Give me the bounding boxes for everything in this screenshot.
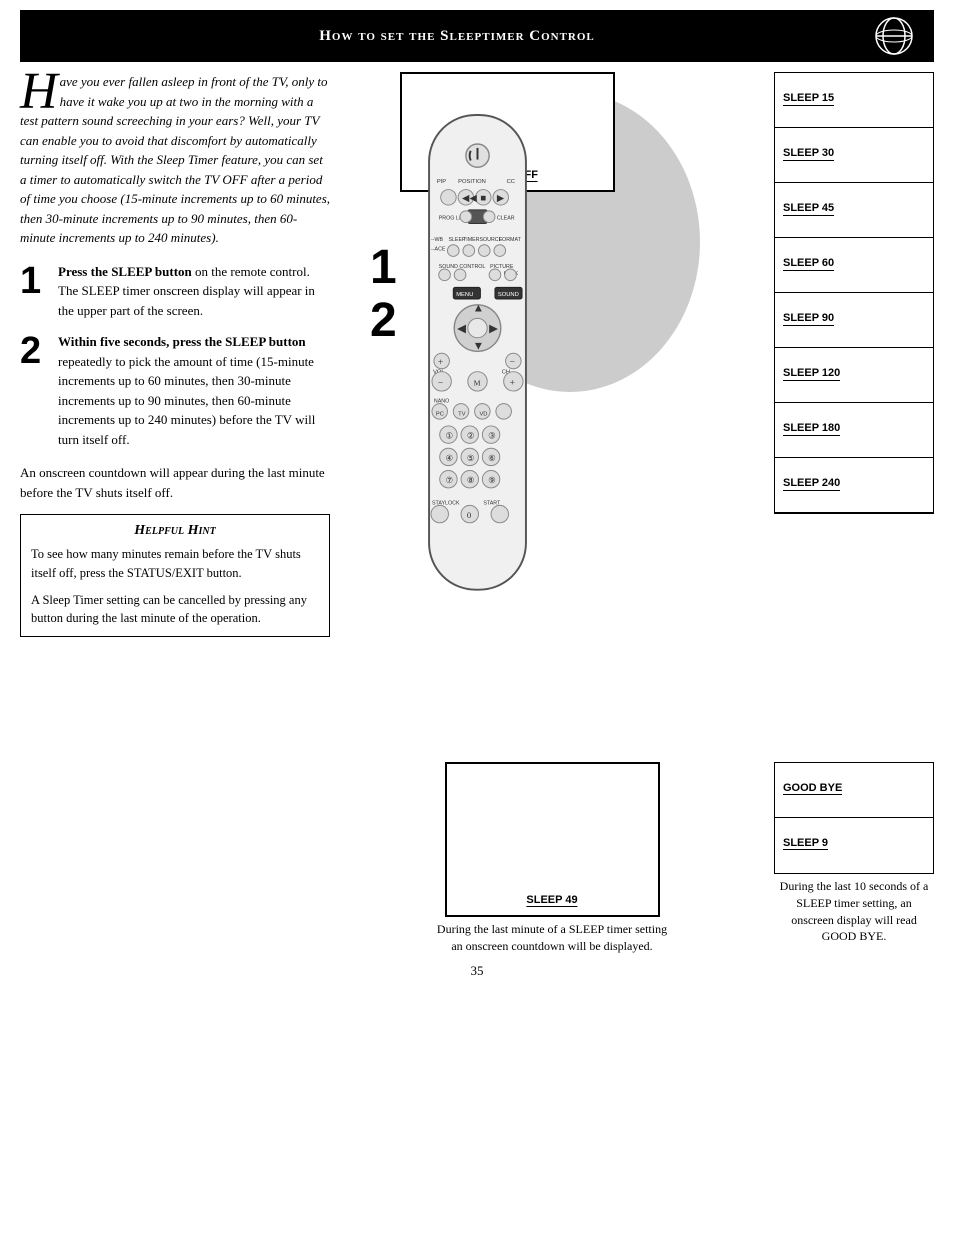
page-header: How to set the Sleeptimer Control [20, 10, 934, 62]
sleep-label-240: SLEEP 240 [783, 477, 840, 491]
sleep-9-item: SLEEP 9 [775, 818, 933, 873]
remote-svg: PIP POSITION CC ◀◀ ■ ▶ PROG LIST CLEAR [400, 102, 555, 622]
sleep-goodbye-item: GOOD BYE [775, 763, 933, 818]
step-1: 1 Press the SLEEP button on the remote c… [20, 262, 330, 321]
hint-title: Helpful Hint [31, 523, 319, 539]
sleep-label-180: SLEEP 180 [783, 422, 840, 436]
bottom-center-screen: SLEEP 49 [445, 762, 660, 917]
sleep-9-label: SLEEP 9 [783, 837, 828, 850]
svg-text:③: ③ [488, 431, 496, 441]
svg-text:M: M [474, 378, 481, 387]
svg-text:FORMAT: FORMAT [499, 237, 522, 243]
svg-text:POSITION: POSITION [458, 179, 486, 185]
step-note: An onscreen countdown will appear during… [20, 463, 330, 502]
svg-text:⑦: ⑦ [446, 475, 454, 485]
svg-text:▼: ▼ [473, 339, 485, 352]
sleep-item-90: SLEEP 90 [775, 293, 933, 348]
step-2: 2 Within five seconds, press the SLEEP b… [20, 332, 330, 449]
step-1-text: Press the SLEEP button on the remote con… [58, 262, 330, 321]
step-2-text: Within five seconds, press the SLEEP but… [58, 332, 330, 449]
header-title: How to set the Sleeptimer Control [40, 28, 874, 45]
svg-text:CC: CC [507, 179, 515, 185]
intro-text: Have you ever fallen asleep in front of … [20, 72, 330, 248]
svg-text:0: 0 [467, 510, 472, 520]
hint-text1: To see how many minutes remain before th… [31, 545, 319, 583]
svg-text:▲: ▲ [473, 302, 485, 315]
bottom-right-sleep-box: GOOD BYE SLEEP 9 [774, 762, 934, 874]
drop-cap: H [20, 72, 58, 111]
sleep-label-45: SLEEP 45 [783, 202, 834, 216]
bottom-left-spacer [20, 762, 330, 955]
svg-text:◀◀: ◀◀ [462, 193, 477, 204]
step-2-bold: Within five seconds, press the SLEEP but… [58, 334, 306, 349]
step-2-number: 2 [20, 332, 48, 370]
svg-text:④: ④ [446, 453, 454, 463]
goodbye-label: GOOD BYE [783, 782, 842, 795]
svg-text:TV: TV [458, 411, 466, 417]
svg-text:⑧: ⑧ [467, 475, 475, 485]
sleep-item-60: SLEEP 60 [775, 238, 933, 293]
svg-text:--ACE: --ACE [431, 247, 446, 253]
remote-control: PIP POSITION CC ◀◀ ■ ▶ PROG LIST CLEAR [400, 102, 560, 602]
svg-text:MENU: MENU [456, 292, 473, 298]
svg-text:−: − [438, 377, 443, 388]
bottom-center-screen-label: SLEEP 49 [526, 894, 577, 907]
step-2-rest: repeatedly to pick the amount of time (1… [58, 354, 315, 447]
bottom-left-caption: During the last minute of a SLEEP timer … [432, 921, 672, 955]
right-panel: SLEEP 15 SLEEP 30 SLEEP 45 SLEEP 60 SLEE… [774, 72, 934, 514]
sleep-label-30: SLEEP 30 [783, 147, 834, 161]
bottom-area: SLEEP 49 During the last minute of a SLE… [20, 762, 934, 955]
sleep-item-180: SLEEP 180 [775, 403, 933, 458]
svg-text:①: ① [446, 431, 454, 441]
bottom-right-wrap: GOOD BYE SLEEP 9 During the last 10 seco… [774, 762, 934, 955]
step-1-bold: Press the SLEEP button [58, 264, 192, 279]
svg-text:+: + [438, 357, 443, 368]
svg-text:⑨: ⑨ [488, 475, 496, 485]
steps-area: 1 Press the SLEEP button on the remote c… [20, 262, 330, 450]
svg-text:②: ② [467, 431, 475, 441]
svg-text:TIMER: TIMER [463, 237, 480, 243]
main-content: Have you ever fallen asleep in front of … [20, 62, 934, 742]
svg-text:+: + [509, 377, 514, 388]
sleep-label-90: SLEEP 90 [783, 312, 834, 326]
svg-text:SOUND: SOUND [498, 292, 519, 298]
svg-text:--WB: --WB [431, 237, 444, 243]
left-column: Have you ever fallen asleep in front of … [20, 72, 330, 742]
svg-text:−: − [509, 357, 514, 368]
sleep-item-240: SLEEP 240 [775, 458, 933, 513]
hint-text2: A Sleep Timer setting can be cancelled b… [31, 591, 319, 629]
svg-text:⑥: ⑥ [488, 453, 496, 463]
sleep-item-30: SLEEP 30 [775, 128, 933, 183]
sleep-label-120: SLEEP 120 [783, 367, 840, 381]
step-overlay-1: 1 [370, 242, 397, 295]
step-overlay-2: 2 [370, 295, 397, 348]
sleep-item-15: SLEEP 15 [775, 73, 933, 128]
sleep-label-60: SLEEP 60 [783, 257, 834, 271]
svg-text:PIP: PIP [437, 179, 446, 185]
svg-text:STAYLOCK: STAYLOCK [432, 500, 460, 506]
hint-box: Helpful Hint To see how many minutes rem… [20, 514, 330, 637]
bottom-right-caption: During the last 10 seconds of a SLEEP ti… [774, 878, 934, 945]
bottom-center-wrap: SLEEP 49 During the last minute of a SLE… [340, 762, 764, 955]
sleep-item-45: SLEEP 45 [775, 183, 933, 238]
svg-text:PC: PC [436, 411, 444, 417]
step-1-number: 1 [20, 262, 48, 300]
svg-text:⑤: ⑤ [467, 453, 475, 463]
sleep-label-15: SLEEP 15 [783, 92, 834, 106]
svg-text:VD: VD [479, 411, 487, 417]
svg-text:CLEAR: CLEAR [497, 216, 515, 222]
network-icon [874, 16, 914, 56]
sleep-item-120: SLEEP 120 [775, 348, 933, 403]
page-number: 35 [0, 963, 954, 979]
svg-text:▶: ▶ [497, 193, 505, 204]
svg-text:▶: ▶ [489, 322, 499, 335]
svg-text:■: ■ [480, 193, 486, 204]
steps-numbers-overlay: 1 2 [370, 242, 397, 348]
center-right: SLEEP OFF 1 2 PIP POSITION CC [340, 72, 934, 742]
svg-text:◀: ◀ [457, 322, 467, 335]
